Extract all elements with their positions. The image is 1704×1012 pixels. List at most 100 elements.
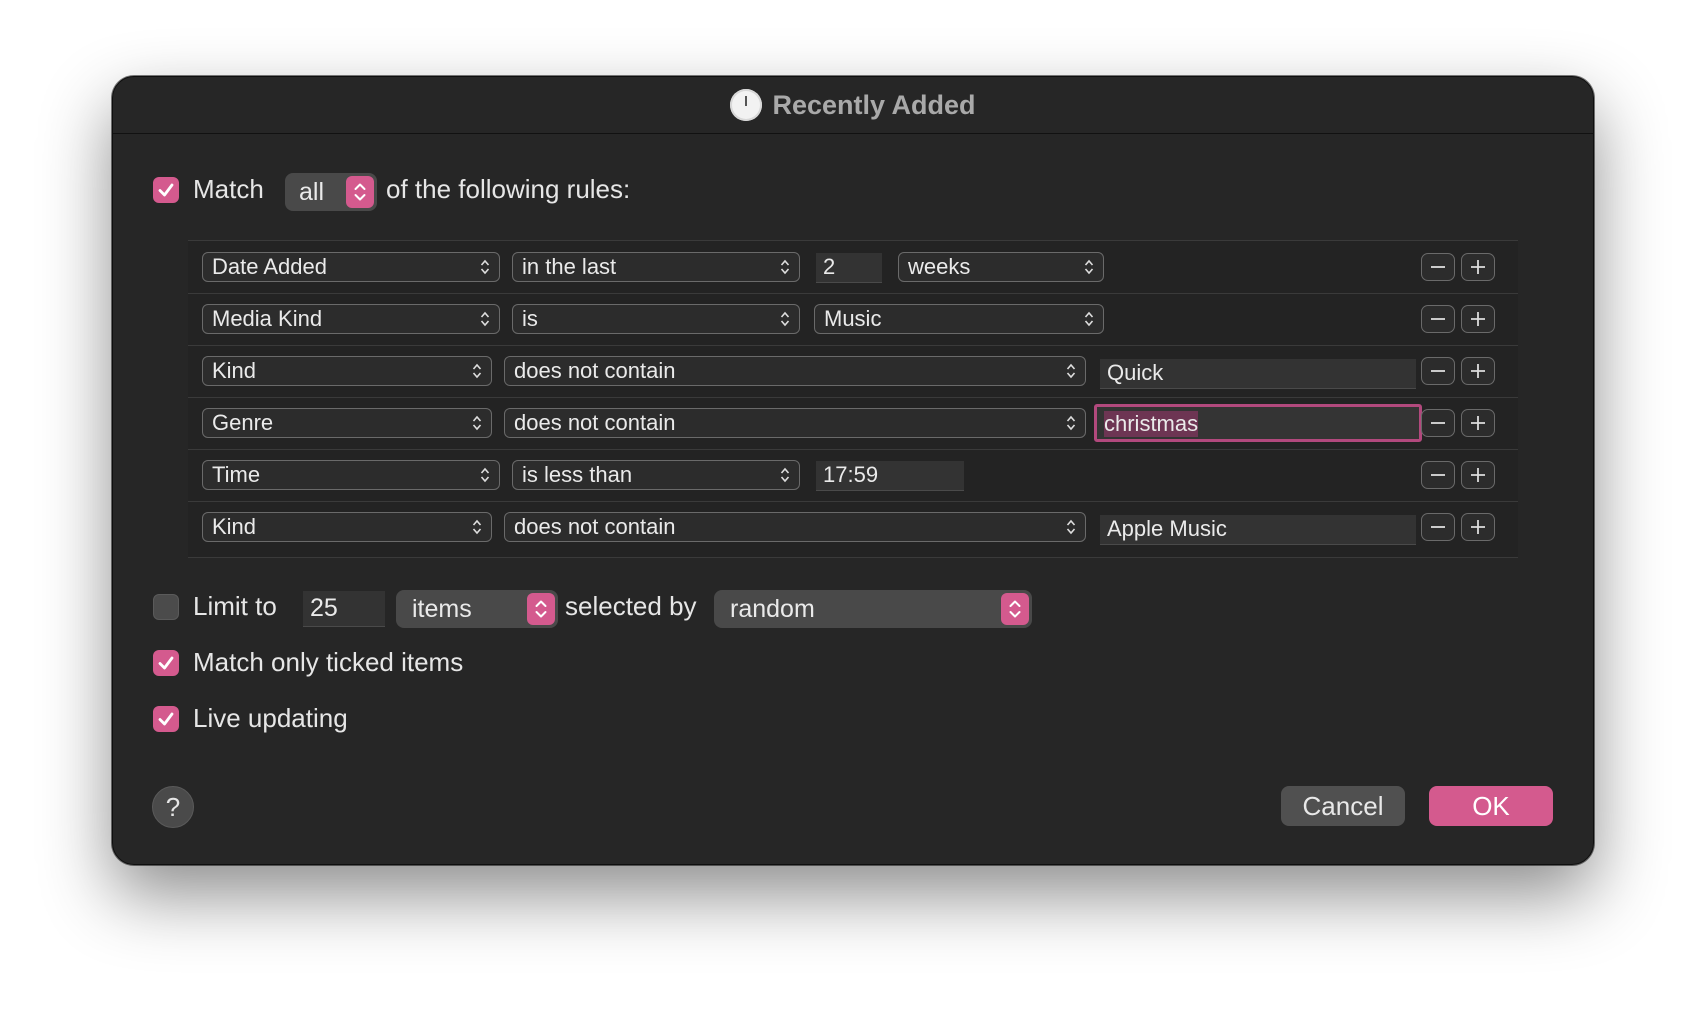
rule-field-popup[interactable]: Kind [202, 512, 492, 542]
chevron-updown-icon [1084, 311, 1094, 327]
rule-operator-value: does not contain [514, 410, 676, 435]
rule-row: Kind does not contain Apple Music [188, 501, 1518, 553]
chevron-updown-icon [1066, 519, 1076, 535]
rule-field-popup[interactable]: Time [202, 460, 500, 490]
chevron-updown-icon [1066, 415, 1076, 431]
plus-icon [1471, 520, 1485, 534]
chevron-updown-icon [780, 467, 790, 483]
selected-by-label: selected by [565, 591, 697, 621]
remove-rule-button[interactable] [1421, 305, 1455, 333]
remove-rule-button[interactable] [1421, 253, 1455, 281]
rule-value-text: 2 [823, 254, 836, 279]
chevron-updown-icon [780, 311, 790, 327]
rule-value-field[interactable]: Quick [1100, 359, 1416, 389]
rule-value-popup[interactable]: Music [814, 304, 1104, 334]
chevron-updown-icon [472, 519, 482, 535]
rule-field-value: Kind [212, 358, 257, 383]
rule-operator-value: in the last [522, 254, 617, 279]
add-rule-button[interactable] [1461, 461, 1495, 489]
rule-field-value: Kind [212, 514, 257, 539]
match-label: Match [193, 174, 264, 204]
rule-row: Kind does not contain Quick [188, 345, 1518, 398]
rule-field-popup[interactable]: Date Added [202, 252, 500, 282]
minus-icon [1431, 318, 1445, 320]
limit-value-text: 25 [310, 594, 338, 622]
rule-field-value: Time [212, 462, 261, 487]
chevron-updown-icon [472, 363, 482, 379]
add-rule-button[interactable] [1461, 357, 1495, 385]
smart-playlist-dialog: Recently Added Match all of the followin… [112, 76, 1594, 865]
rule-value-field[interactable]: Apple Music [1100, 515, 1416, 545]
ok-button[interactable]: OK [1429, 786, 1553, 826]
remove-rule-button[interactable] [1421, 357, 1455, 385]
rule-value-text: Apple Music [1107, 516, 1227, 541]
rule-field-popup[interactable]: Kind [202, 356, 492, 386]
chevron-updown-icon [1066, 363, 1076, 379]
rule-value-field-focused[interactable]: christmas [1094, 404, 1422, 442]
rule-value-text: Quick [1107, 360, 1164, 385]
rule-row: Genre does not contain christmas [188, 397, 1518, 450]
rule-row: Date Added in the last 2 weeks [188, 241, 1518, 294]
limit-unit-value: items [412, 594, 472, 623]
limit-checkbox[interactable] [153, 594, 179, 620]
rule-operator-popup[interactable]: in the last [512, 252, 800, 282]
add-rule-button[interactable] [1461, 409, 1495, 437]
stepper-icon [527, 593, 555, 625]
stepper-icon [346, 176, 374, 208]
limit-value-field[interactable]: 25 [303, 591, 385, 627]
cancel-button[interactable]: Cancel [1281, 786, 1405, 826]
match-ticked-checkbox[interactable] [153, 650, 179, 676]
minus-icon [1431, 370, 1445, 372]
match-suffix-label: of the following rules: [386, 174, 631, 204]
remove-rule-button[interactable] [1421, 461, 1455, 489]
minus-icon [1431, 474, 1445, 476]
window-title: Recently Added [772, 89, 976, 120]
help-button[interactable]: ? [152, 786, 194, 828]
plus-icon [1471, 364, 1485, 378]
plus-icon [1471, 416, 1485, 430]
rule-operator-popup[interactable]: does not contain [504, 356, 1086, 386]
rule-field-popup[interactable]: Media Kind [202, 304, 500, 334]
rule-value-field[interactable]: 17:59 [816, 461, 964, 491]
rule-row: Time is less than 17:59 [188, 449, 1518, 502]
add-rule-button[interactable] [1461, 253, 1495, 281]
chevron-updown-icon [480, 467, 490, 483]
rule-operator-popup[interactable]: does not contain [504, 408, 1086, 438]
remove-rule-button[interactable] [1421, 409, 1455, 437]
limit-label: Limit to [193, 591, 277, 621]
minus-icon [1431, 526, 1445, 528]
checkmark-icon [158, 183, 174, 197]
remove-rule-button[interactable] [1421, 513, 1455, 541]
add-rule-button[interactable] [1461, 305, 1495, 333]
title-bar: Recently Added [113, 77, 1593, 134]
rule-operator-popup[interactable]: is less than [512, 460, 800, 490]
rule-operator-value: does not contain [514, 358, 676, 383]
rule-field-value: Genre [212, 410, 274, 435]
rules-list: Date Added in the last 2 weeks Media Kin… [188, 240, 1518, 558]
rule-unit-popup[interactable]: weeks [898, 252, 1104, 282]
rule-operator-value: does not contain [514, 514, 676, 539]
rule-value-field[interactable]: 2 [816, 253, 882, 283]
add-rule-button[interactable] [1461, 513, 1495, 541]
rule-field-popup[interactable]: Genre [202, 408, 492, 438]
rule-unit-value: weeks [908, 254, 971, 279]
chevron-updown-icon [472, 415, 482, 431]
rule-operator-popup[interactable]: does not contain [504, 512, 1086, 542]
rule-row: Media Kind is Music [188, 293, 1518, 346]
chevron-updown-icon [1084, 259, 1094, 275]
match-scope-popup[interactable]: all [285, 173, 377, 211]
rule-field-value: Media Kind [212, 306, 323, 331]
rule-value-text: Music [824, 306, 882, 331]
live-updating-checkbox[interactable] [153, 706, 179, 732]
selected-by-value: random [730, 594, 815, 623]
chevron-updown-icon [480, 311, 490, 327]
live-updating-label: Live updating [193, 703, 348, 733]
checkmark-icon [158, 712, 174, 726]
rule-value-text-selected: christmas [1104, 411, 1199, 437]
rule-operator-value: is [522, 306, 538, 331]
limit-unit-popup[interactable]: items [396, 590, 558, 628]
match-checkbox[interactable] [153, 177, 179, 203]
checkmark-icon [158, 656, 174, 670]
rule-operator-popup[interactable]: is [512, 304, 800, 334]
selected-by-popup[interactable]: random [714, 590, 1032, 628]
